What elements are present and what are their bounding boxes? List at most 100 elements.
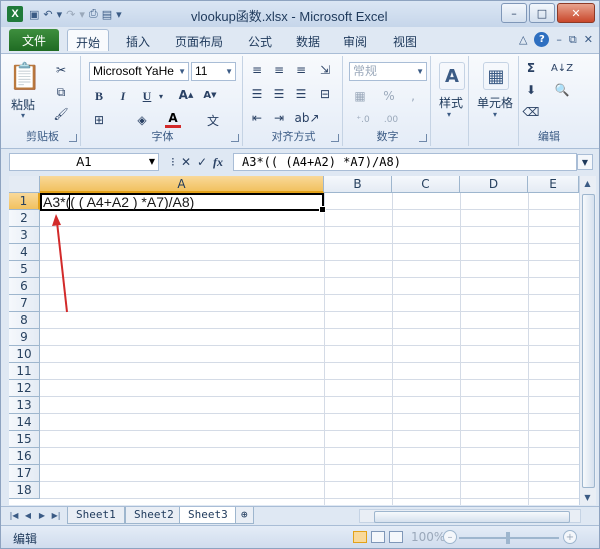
prev-sheet-icon[interactable]: ◀ xyxy=(23,510,33,522)
tab-formulas[interactable]: 公式 xyxy=(248,33,272,50)
wrap-text-icon[interactable]: ⇲ xyxy=(317,62,333,78)
sheet-tab-sheet2[interactable]: Sheet2 xyxy=(125,507,183,524)
vertical-scrollbar[interactable]: ▲ ▼ xyxy=(579,176,596,505)
customize-toolbar-icon[interactable]: ▾ xyxy=(116,8,122,21)
horizontal-scroll-thumb[interactable] xyxy=(374,511,570,523)
doc-restore-icon[interactable]: ⧉ xyxy=(569,33,577,47)
excel-app-icon[interactable]: X xyxy=(7,6,23,22)
normal-view-icon[interactable] xyxy=(353,531,367,543)
sheet-tab-sheet1[interactable]: Sheet1 xyxy=(67,507,125,524)
expand-formula-bar-icon[interactable]: ▼ xyxy=(577,154,593,170)
increase-indent-icon[interactable]: ⇥ xyxy=(271,110,287,126)
scroll-down-icon[interactable]: ▼ xyxy=(580,490,595,505)
align-middle-icon[interactable]: ≡ xyxy=(271,62,287,78)
tab-insert[interactable]: 插入 xyxy=(126,33,150,50)
formula-input[interactable]: A3*(( (A4+A2) *A7)/A8) xyxy=(233,153,577,171)
doc-close-icon[interactable]: ✕ xyxy=(584,33,593,46)
cancel-entry-icon[interactable]: ✕ xyxy=(181,155,191,169)
align-right-icon[interactable]: ☰ xyxy=(293,86,309,102)
decrease-indent-icon[interactable]: ⇤ xyxy=(249,110,265,126)
merge-center-icon[interactable]: ⊟ xyxy=(317,86,333,102)
bold-button[interactable]: B xyxy=(91,88,107,104)
tab-view[interactable]: 视图 xyxy=(393,33,417,50)
save-icon[interactable]: ▣ xyxy=(29,8,39,21)
redo-dropdown-icon[interactable]: ▾ xyxy=(79,8,85,21)
clipboard-launcher-icon[interactable] xyxy=(69,134,77,142)
increase-decimal-icon[interactable]: ⁺.0 xyxy=(351,112,375,128)
help-icon[interactable]: ? xyxy=(534,32,550,47)
worksheet-grid[interactable]: A B C D E 1 2 3 4 5 6 7 8 9 10 11 12 13 14 15 16 17 18 A3… xyxy=(9,176,579,505)
first-sheet-icon[interactable]: |◀ xyxy=(9,510,19,522)
align-left-icon[interactable]: ☰ xyxy=(249,86,265,102)
accounting-format-icon[interactable]: ▦ xyxy=(351,88,369,104)
alignment-launcher-icon[interactable] xyxy=(331,134,339,142)
cut-icon[interactable]: ✂ xyxy=(53,62,69,78)
minimize-button[interactable]: – xyxy=(501,3,527,23)
cells-button[interactable]: 单元格 xyxy=(473,94,517,111)
paste-icon[interactable]: 📋 xyxy=(9,60,41,94)
format-painter-icon[interactable]: 🖌 xyxy=(53,106,69,122)
zoom-in-icon[interactable]: + xyxy=(563,530,577,544)
styles-dropdown-icon[interactable]: ▾ xyxy=(447,110,451,119)
redo-icon[interactable]: ↷ xyxy=(66,8,75,21)
number-format-select[interactable]: 常规 ▼ xyxy=(349,62,427,81)
italic-button[interactable]: I xyxy=(115,88,131,104)
align-top-icon[interactable]: ≡ xyxy=(249,62,265,78)
clear-icon[interactable]: ⌫ xyxy=(523,104,540,120)
number-launcher-icon[interactable] xyxy=(419,134,427,142)
tab-home[interactable]: 开始 xyxy=(67,29,110,51)
comma-style-icon[interactable]: , xyxy=(405,88,421,104)
open-icon[interactable]: ▤ xyxy=(102,8,112,21)
sort-filter-icon[interactable]: A↓Z xyxy=(551,60,573,76)
zoom-level[interactable]: 100% xyxy=(411,530,445,544)
zoom-out-icon[interactable]: – xyxy=(443,530,457,544)
minimize-ribbon-icon[interactable]: △ xyxy=(519,33,527,46)
print-preview-icon[interactable]: ⎙ xyxy=(89,7,98,21)
increase-font-icon[interactable]: A ▲ xyxy=(177,86,195,104)
undo-dropdown-icon[interactable]: ▾ xyxy=(57,8,63,21)
scroll-up-icon[interactable]: ▲ xyxy=(580,176,595,191)
undo-icon[interactable]: ↶ xyxy=(43,8,52,21)
vertical-scroll-thumb[interactable] xyxy=(582,194,595,488)
tab-review[interactable]: 审阅 xyxy=(343,33,367,50)
sheet-tab-sheet3[interactable]: Sheet3 xyxy=(179,507,237,524)
autosum-icon[interactable]: Σ xyxy=(523,60,539,76)
tab-data[interactable]: 数据 xyxy=(296,33,320,50)
underline-button[interactable]: U xyxy=(139,88,155,104)
fill-icon[interactable]: ⬇ xyxy=(523,82,539,98)
copy-icon[interactable]: ⧉ xyxy=(53,84,69,100)
next-sheet-icon[interactable]: ▶ xyxy=(37,510,47,522)
font-size-select[interactable]: 11 ▼ xyxy=(191,62,236,81)
close-button[interactable]: ✕ xyxy=(557,3,595,23)
align-bottom-icon[interactable]: ≡ xyxy=(293,62,309,78)
decrease-decimal-icon[interactable]: .00 xyxy=(379,112,403,128)
decrease-font-icon[interactable]: A ▼ xyxy=(201,86,219,104)
styles-button[interactable]: 样式 xyxy=(435,94,467,111)
doc-minimize-icon[interactable]: – xyxy=(556,33,562,46)
insert-function-icon[interactable]: fx xyxy=(213,155,223,170)
font-color-icon[interactable]: A xyxy=(165,110,181,128)
cells-dropdown-icon[interactable]: ▾ xyxy=(493,110,497,119)
orientation-icon[interactable]: ab↗ xyxy=(294,110,319,126)
cells-icon[interactable]: ▦ xyxy=(483,62,509,90)
tab-page-layout[interactable]: 页面布局 xyxy=(175,33,223,50)
font-name-select[interactable]: Microsoft YaHe ▼ xyxy=(89,62,189,81)
last-sheet-icon[interactable]: ▶| xyxy=(51,510,61,522)
find-select-icon[interactable]: 🔍 xyxy=(551,82,573,98)
page-break-view-icon[interactable] xyxy=(389,531,403,543)
phonetic-guide-icon[interactable]: 文 xyxy=(205,112,221,128)
maximize-button[interactable]: □ xyxy=(529,3,555,23)
tab-file[interactable]: 文件 xyxy=(9,29,59,51)
percent-style-button[interactable]: % xyxy=(381,88,397,104)
font-launcher-icon[interactable] xyxy=(231,134,239,142)
horizontal-scrollbar[interactable] xyxy=(359,509,581,523)
paste-dropdown-icon[interactable]: ▾ xyxy=(21,111,25,120)
styles-icon[interactable]: A xyxy=(439,62,465,90)
zoom-slider-thumb[interactable] xyxy=(506,532,510,544)
align-center-icon[interactable]: ☰ xyxy=(271,86,287,102)
borders-icon[interactable]: ⊞ xyxy=(91,112,107,128)
underline-dropdown-icon[interactable]: ▾ xyxy=(157,90,165,102)
fill-color-icon[interactable]: ◈ xyxy=(133,112,151,128)
insert-sheet-icon[interactable]: ⊕ xyxy=(235,507,254,524)
name-box[interactable]: A1 ▼ xyxy=(9,153,159,171)
